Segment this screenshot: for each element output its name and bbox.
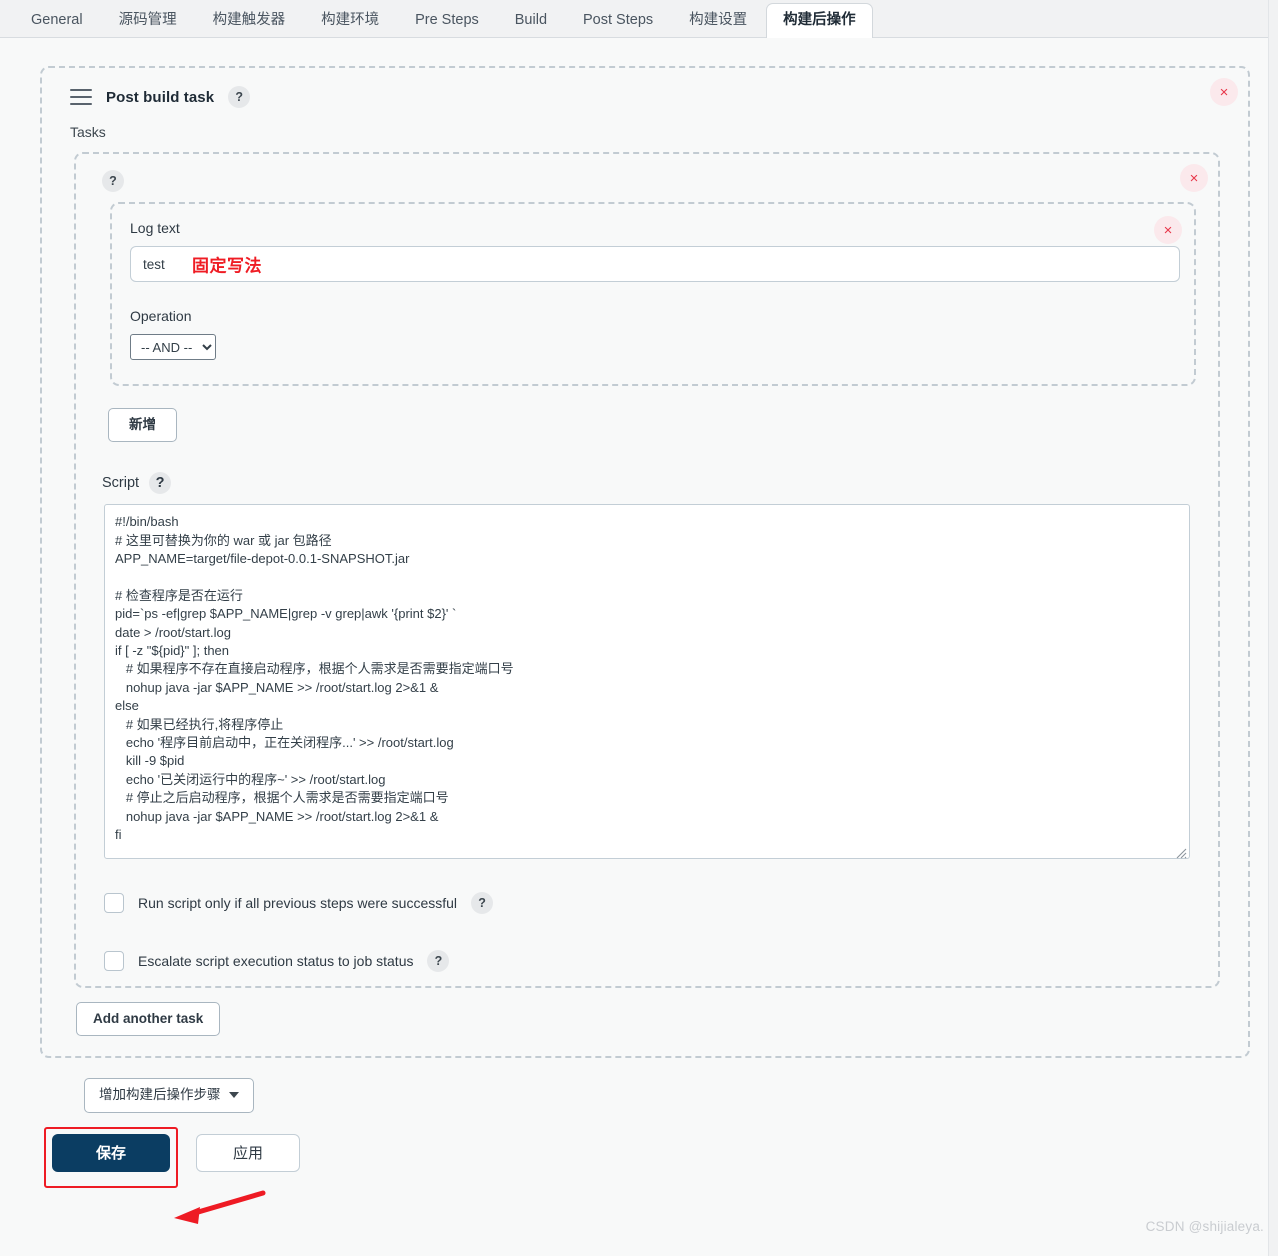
chevron-down-icon (228, 1092, 239, 1099)
log-text-input-wrapper: 固定写法 (130, 246, 1180, 282)
log-text-condition-panel: × Log text 固定写法 Operation -- AND -- (110, 202, 1196, 386)
script-area: #!/bin/bash # 这里可替换为你的 war 或 jar 包路径 APP… (104, 504, 1190, 862)
save-button-highlight: 保存 (44, 1126, 178, 1188)
delete-task-button[interactable]: × (1180, 164, 1208, 192)
tab-build-triggers[interactable]: 构建触发器 (196, 3, 303, 38)
save-apply-row: 保存 应用 (40, 1126, 1278, 1188)
apply-button[interactable]: 应用 (196, 1133, 300, 1172)
escalate-checkbox[interactable] (104, 951, 124, 972)
add-condition-button[interactable]: 新增 (108, 408, 177, 443)
script-help-icon[interactable]: ? (149, 472, 172, 495)
post-build-task-header: Post build task ? (58, 86, 1232, 108)
log-text-input[interactable] (130, 246, 1180, 282)
add-post-build-step-label: 增加构建后操作步骤 (99, 1087, 221, 1103)
run-script-checkbox[interactable] (104, 893, 124, 914)
script-label: Script (102, 475, 140, 492)
scrollbar-track[interactable] (1268, 0, 1278, 1256)
tab-build-environment[interactable]: 构建环境 (304, 3, 396, 38)
escalate-checkbox-row: Escalate script execution status to job … (104, 950, 1204, 973)
tab-post-steps[interactable]: Post Steps (566, 3, 670, 38)
tab-source-management[interactable]: 源码管理 (102, 3, 194, 38)
task-panel: × ? × Log text 固定写法 Operation -- AND -- (74, 152, 1220, 989)
post-build-task-panel: × Post build task ? Tasks × ? × Log text… (40, 66, 1250, 1059)
post-build-task-title: Post build task (106, 88, 215, 106)
operation-label: Operation (130, 308, 192, 324)
help-icon[interactable]: ? (228, 86, 251, 108)
config-page: × Post build task ? Tasks × ? × Log text… (0, 66, 1278, 1188)
delete-post-build-task-button[interactable]: × (1210, 78, 1238, 106)
save-button[interactable]: 保存 (52, 1133, 170, 1172)
tab-build[interactable]: Build (498, 3, 564, 38)
run-script-checkbox-row: Run script only if all previous steps we… (104, 892, 1204, 915)
bottom-action-bar: 增加构建后操作步骤 保存 应用 (0, 1058, 1278, 1188)
run-script-help-icon[interactable]: ? (471, 892, 494, 915)
log-text-label: Log text (130, 220, 180, 236)
red-arrow-annotation-icon (174, 1190, 266, 1224)
script-textarea[interactable]: #!/bin/bash # 这里可替换为你的 war 或 jar 包路径 APP… (104, 504, 1190, 860)
tab-post-build-actions[interactable]: 构建后操作 (766, 2, 873, 38)
tab-pre-steps[interactable]: Pre Steps (398, 3, 496, 38)
drag-handle-icon[interactable] (70, 89, 92, 105)
task-help-icon[interactable]: ? (102, 170, 124, 192)
operation-select[interactable]: -- AND -- (130, 334, 216, 360)
run-script-checkbox-label: Run script only if all previous steps we… (138, 895, 458, 912)
escalate-checkbox-label: Escalate script execution status to job … (138, 953, 414, 970)
add-another-task-button[interactable]: Add another task (76, 1002, 221, 1037)
csdn-watermark: CSDN @shijialeya. (1145, 1219, 1264, 1234)
tab-build-settings[interactable]: 构建设置 (672, 3, 764, 38)
tab-bar: General 源码管理 构建触发器 构建环境 Pre Steps Build … (0, 0, 1278, 38)
delete-condition-button[interactable]: × (1154, 216, 1182, 244)
tasks-label: Tasks (70, 124, 106, 140)
add-post-build-step-button[interactable]: 增加构建后操作步骤 (84, 1078, 254, 1113)
escalate-help-icon[interactable]: ? (427, 950, 450, 973)
tab-general[interactable]: General (14, 3, 100, 38)
script-header: Script ? (102, 472, 1204, 495)
operation-block: Operation -- AND -- (130, 308, 1180, 360)
